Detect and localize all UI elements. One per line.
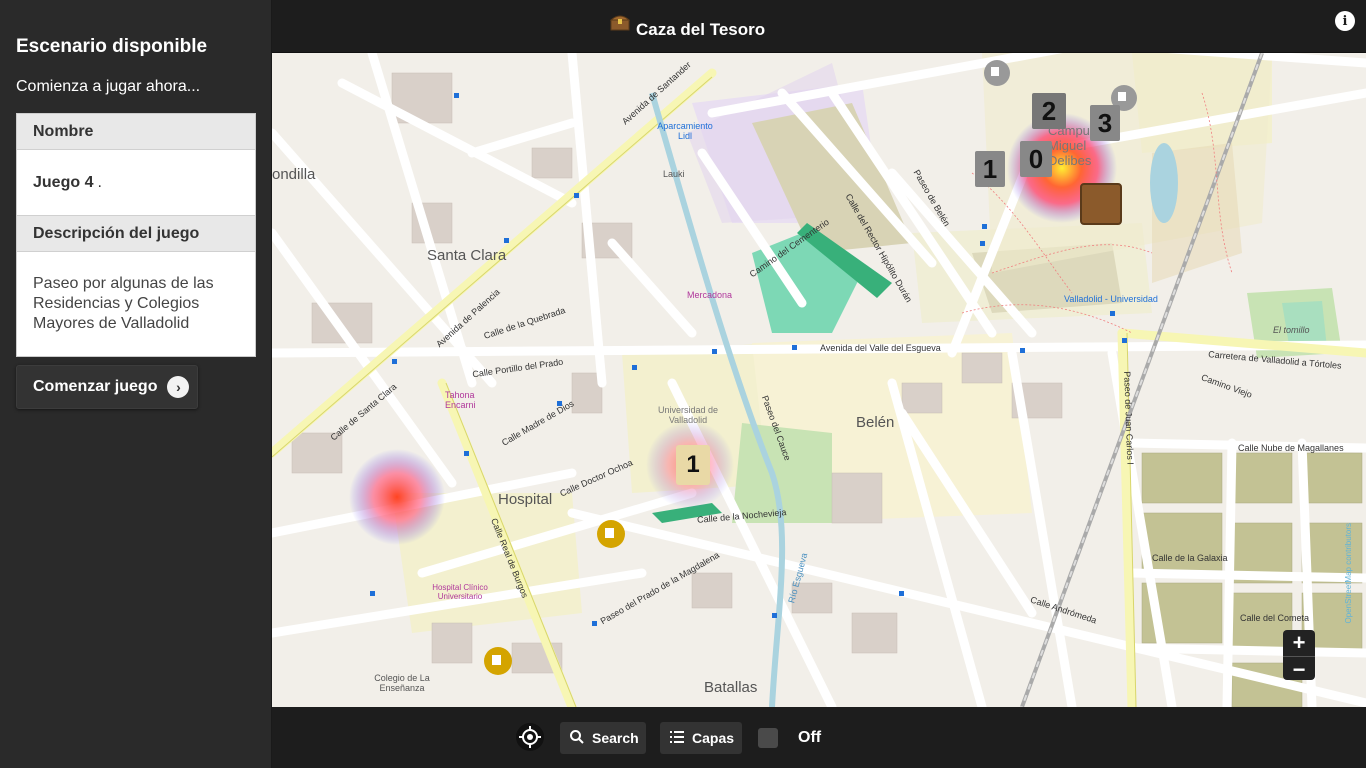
map-label-tahona: Tahona Encarni	[445, 390, 476, 410]
zoom-in-button[interactable]: +	[1283, 630, 1315, 657]
zoom-control: + −	[1283, 630, 1315, 683]
map-label-hospital-clinico: Hospital Clínico Universitario	[432, 583, 488, 601]
toggle-label: Off	[798, 729, 822, 746]
map-label-belen: Belén	[856, 414, 895, 431]
locate-button[interactable]	[516, 723, 544, 751]
game-description: Paseo por algunas de las Residencias y C…	[33, 275, 214, 332]
name-header: Nombre	[17, 114, 255, 150]
map-label-calle-galaxia: Calle de la Galaxia	[1152, 553, 1228, 563]
crosshair-icon	[519, 726, 541, 748]
map-label-valladolid-univ: Valladolid - Universidad	[1064, 294, 1158, 304]
sidebar-subtitle: Comienza a jugar ahora...	[16, 78, 201, 95]
chevron-right-icon: ›	[167, 376, 190, 398]
map-view[interactable]: Santa Clara Belén Batallas Hospital ondi…	[272, 53, 1366, 707]
game-marker-3[interactable]: 3	[1090, 105, 1120, 141]
layers-label: Capas	[692, 730, 735, 746]
treasure-chest-icon	[610, 15, 630, 31]
game-marker-1[interactable]: 1	[975, 151, 1005, 187]
map-label-el-tomillo: El tomillo	[1273, 325, 1310, 335]
map-label-rondilla: ondilla	[272, 166, 316, 183]
map-label-avenida-valle: Avenida del Valle del Esgueva	[820, 343, 941, 353]
start-game-label: Comenzar juego	[33, 378, 158, 395]
map-label-univ: Universidad de Valladolid	[657, 405, 719, 425]
info-icon[interactable]: i	[1335, 11, 1355, 31]
scroll-marker-1[interactable]: 1	[676, 445, 710, 485]
zoom-out-button[interactable]: −	[1283, 657, 1315, 683]
description-header: Descripción del juego	[17, 216, 255, 252]
top-bar: Caza del Tesoro i	[272, 0, 1366, 53]
layers-button[interactable]: Capas	[660, 722, 742, 754]
map-label-hospital: Hospital	[498, 491, 553, 508]
map-attribution[interactable]: OpenStreetMap contributors	[1344, 523, 1353, 624]
sidebar-title: Escenario disponible	[16, 36, 208, 57]
start-game-button[interactable]: Comenzar juego ›	[16, 365, 198, 409]
map-label-santa-clara: Santa Clara	[427, 247, 507, 264]
game-name-value: Juego 4	[33, 173, 94, 191]
search-label: Search	[592, 730, 639, 746]
map-label-calle-nube: Calle Nube de Magallanes	[1238, 443, 1344, 453]
map-label-calle-cometa: Calle del Cometa	[1240, 613, 1310, 623]
game-name: Juego 4 .	[17, 150, 255, 216]
treasure-chest-marker[interactable]	[1080, 183, 1122, 225]
game-card: Nombre Juego 4 . Descripción del juego P…	[16, 113, 256, 357]
list-icon	[670, 730, 684, 746]
map-label-aparcamiento: Aparcamiento Lidl	[657, 121, 713, 141]
game-name-suffix: .	[97, 173, 102, 191]
search-button[interactable]: Search	[560, 722, 646, 754]
game-marker-0[interactable]: 0	[1020, 141, 1052, 177]
map-label-mercadona: Mercadona	[687, 290, 733, 300]
bottom-bar: Search Capas Off	[272, 707, 1366, 768]
toggle-checkbox[interactable]	[758, 728, 778, 748]
app-title: Caza del Tesoro	[636, 20, 766, 39]
map-label-batallas: Batallas	[704, 679, 758, 696]
map-label-lauki: Lauki	[663, 169, 685, 179]
sidebar: Escenario disponible Comienza a jugar ah…	[0, 0, 272, 768]
toggle-switch[interactable]: Off	[758, 722, 850, 754]
map-label-colegio: Colegio de La Enseñanza	[374, 673, 430, 693]
game-marker-2[interactable]: 2	[1032, 93, 1066, 129]
search-icon	[570, 729, 584, 747]
